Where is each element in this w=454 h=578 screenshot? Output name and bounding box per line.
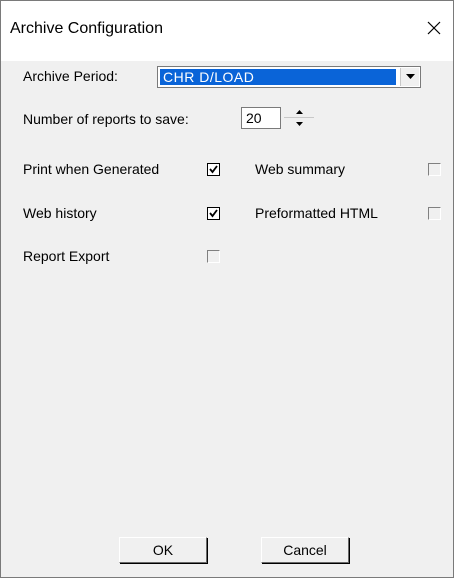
option-print-when-generated-label: Print when Generated [23, 161, 160, 177]
archive-period-value: CHR D/LOAD [160, 69, 396, 85]
ok-button[interactable]: OK [119, 537, 207, 563]
reports-to-save-label: Number of reports to save: [23, 111, 189, 127]
option-report-export-checkbox[interactable] [207, 250, 220, 263]
archive-configuration-dialog: Archive Configuration Archive Period: CH… [0, 0, 454, 578]
close-icon [427, 21, 441, 35]
chevron-down-icon [405, 74, 415, 79]
reports-to-save-input[interactable]: 20 [241, 107, 281, 129]
spin-up-button[interactable] [284, 107, 314, 118]
checkmark-icon [209, 209, 218, 218]
archive-period-dropdown-button[interactable] [400, 68, 419, 86]
dialog-body: Archive Period: CHR D/LOAD Number of rep… [1, 61, 453, 577]
spin-down-button[interactable] [284, 118, 314, 129]
option-web-summary-label: Web summary [255, 161, 345, 177]
arrow-up-icon [295, 110, 303, 114]
option-web-summary-checkbox[interactable] [428, 163, 441, 176]
option-report-export-label: Report Export [23, 248, 110, 264]
archive-period-combo[interactable]: CHR D/LOAD [157, 66, 421, 88]
close-button[interactable] [419, 13, 449, 43]
title-bar: Archive Configuration [1, 1, 453, 61]
checkmark-icon [209, 165, 218, 174]
option-preformatted-html-checkbox[interactable] [428, 207, 441, 220]
option-print-when-generated-checkbox[interactable] [207, 163, 220, 176]
cancel-button[interactable]: Cancel [261, 537, 349, 563]
option-web-history-label: Web history [23, 205, 97, 221]
archive-period-label: Archive Period: [23, 68, 118, 84]
arrow-down-icon [295, 121, 303, 126]
option-preformatted-html-label: Preformatted HTML [255, 205, 378, 221]
reports-to-save-spinner[interactable] [284, 107, 314, 129]
dialog-title: Archive Configuration [10, 20, 163, 37]
option-web-history-checkbox[interactable] [207, 207, 220, 220]
